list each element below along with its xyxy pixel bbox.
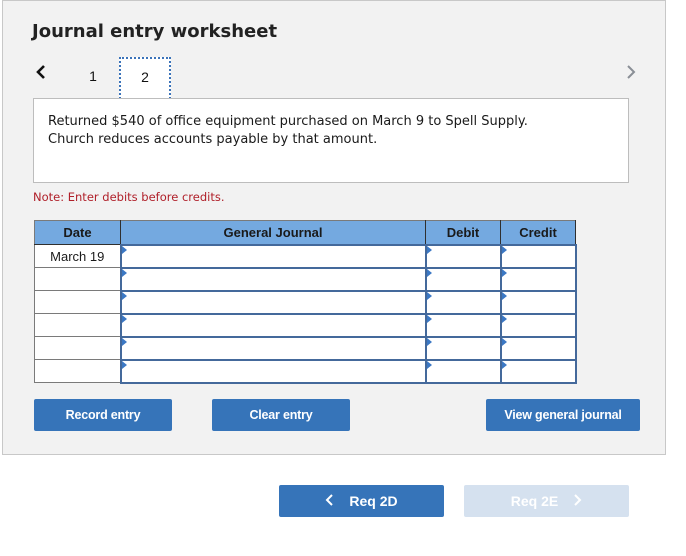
description-line-1: Returned $540 of office equipment purcha…	[48, 114, 528, 129]
dropdown-marker-icon	[426, 314, 432, 323]
dropdown-marker-icon	[121, 291, 127, 300]
view-general-journal-button[interactable]: View general journal	[486, 399, 640, 431]
transaction-description: Returned $540 of office equipment purcha…	[33, 98, 629, 183]
account-cell	[119, 243, 427, 269]
account-cell	[119, 289, 427, 315]
account-input[interactable]	[121, 314, 425, 336]
credit-cell	[499, 266, 577, 292]
credit-cell	[499, 335, 577, 361]
journal-row	[34, 335, 577, 361]
date-cell	[34, 313, 121, 337]
account-cell	[119, 335, 427, 361]
dropdown-marker-icon	[121, 245, 127, 254]
credit-input[interactable]	[501, 245, 575, 267]
debit-input[interactable]	[426, 291, 500, 313]
journal-row	[34, 312, 577, 338]
dropdown-marker-icon	[501, 337, 507, 346]
header-credit: Credit	[500, 220, 576, 245]
dropdown-marker-icon	[426, 337, 432, 346]
dropdown-marker-icon	[121, 360, 127, 369]
dropdown-marker-icon	[501, 268, 507, 277]
date-cell	[34, 290, 121, 314]
debit-input[interactable]	[426, 337, 500, 359]
credit-input[interactable]	[501, 314, 575, 336]
debit-input[interactable]	[426, 360, 500, 382]
dropdown-marker-icon	[426, 291, 432, 300]
account-cell	[119, 312, 427, 338]
dropdown-marker-icon	[426, 360, 432, 369]
note-text: Note: Enter debits before credits.	[33, 190, 225, 204]
debit-cell	[424, 289, 502, 315]
date-cell: March 19	[34, 244, 121, 268]
account-input[interactable]	[121, 337, 425, 359]
next-requirement-button[interactable]: Req 2E	[464, 485, 629, 517]
debit-cell	[424, 358, 502, 384]
description-line-2: Church reduces accounts payable by that …	[48, 132, 378, 147]
dropdown-marker-icon	[426, 245, 432, 254]
date-cell	[34, 359, 121, 383]
previous-requirement-label: Req 2D	[349, 493, 398, 509]
chevron-right-icon	[627, 65, 636, 79]
debit-cell	[424, 335, 502, 361]
dropdown-marker-icon	[501, 245, 507, 254]
credit-input[interactable]	[501, 268, 575, 290]
debit-input[interactable]	[426, 245, 500, 267]
journal-entry-worksheet: Journal entry worksheet 1 2 Returned $54…	[2, 0, 666, 455]
date-cell	[34, 267, 121, 291]
debit-cell	[424, 243, 502, 269]
debit-input[interactable]	[426, 314, 500, 336]
credit-cell	[499, 243, 577, 269]
page-tab-2[interactable]: 2	[119, 57, 171, 99]
dropdown-marker-icon	[501, 360, 507, 369]
journal-row: March 19	[34, 243, 577, 269]
previous-requirement-button[interactable]: Req 2D	[279, 485, 444, 517]
account-cell	[119, 358, 427, 384]
worksheet-title: Journal entry worksheet	[32, 21, 278, 42]
header-general-journal: General Journal	[120, 220, 426, 245]
account-cell	[119, 266, 427, 292]
chevron-left-icon	[36, 65, 45, 79]
credit-cell	[499, 358, 577, 384]
journal-row	[34, 289, 577, 315]
credit-input[interactable]	[501, 337, 575, 359]
account-input[interactable]	[121, 245, 425, 267]
debit-cell	[424, 312, 502, 338]
debit-cell	[424, 266, 502, 292]
page-tab-1[interactable]: 1	[67, 57, 119, 95]
header-date: Date	[34, 220, 121, 245]
chevron-right-icon	[572, 493, 582, 510]
dropdown-marker-icon	[121, 314, 127, 323]
account-input[interactable]	[121, 268, 425, 290]
account-input[interactable]	[121, 360, 425, 382]
clear-entry-button[interactable]: Clear entry	[212, 399, 350, 431]
debit-input[interactable]	[426, 268, 500, 290]
dropdown-marker-icon	[121, 337, 127, 346]
credit-cell	[499, 289, 577, 315]
account-input[interactable]	[121, 291, 425, 313]
dropdown-marker-icon	[501, 314, 507, 323]
previous-page-button[interactable]	[33, 61, 49, 83]
journal-row	[34, 266, 577, 292]
chevron-left-icon	[325, 493, 335, 510]
header-debit: Debit	[425, 220, 501, 245]
journal-row	[34, 358, 577, 384]
dropdown-marker-icon	[501, 291, 507, 300]
record-entry-button[interactable]: Record entry	[34, 399, 172, 431]
date-cell	[34, 336, 121, 360]
credit-input[interactable]	[501, 360, 575, 382]
credit-input[interactable]	[501, 291, 575, 313]
credit-cell	[499, 312, 577, 338]
next-requirement-label: Req 2E	[510, 493, 559, 509]
journal-header-row: Date General Journal Debit Credit	[34, 220, 576, 245]
dropdown-marker-icon	[121, 268, 127, 277]
dropdown-marker-icon	[426, 268, 432, 277]
journal-table: Date General Journal Debit Credit March …	[34, 220, 577, 384]
next-page-button[interactable]	[623, 61, 639, 83]
